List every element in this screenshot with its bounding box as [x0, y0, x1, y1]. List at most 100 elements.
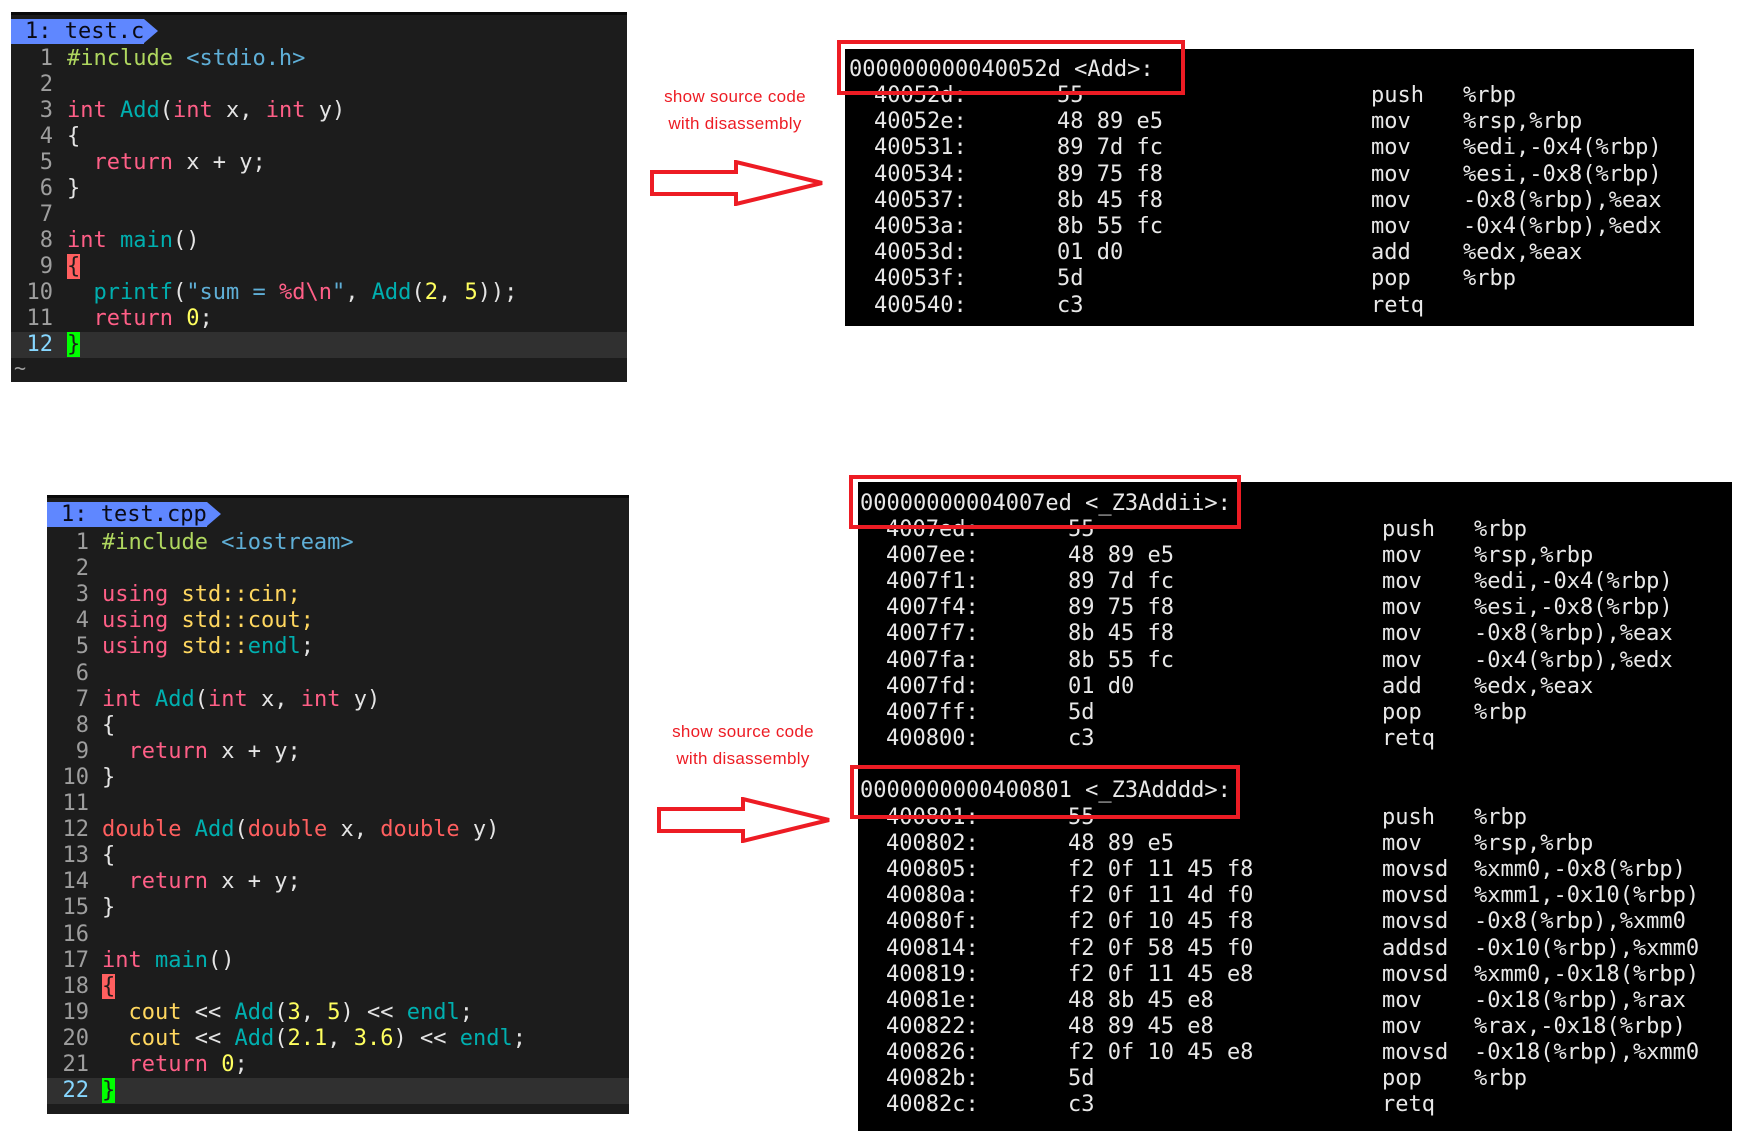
code-token: ) <<: [340, 999, 407, 1025]
code-text[interactable]: return x + y;: [67, 150, 266, 176]
code-token: {: [102, 712, 116, 738]
code-text[interactable]: {: [102, 713, 115, 739]
code-text[interactable]: int main(): [102, 948, 234, 974]
instruction-operands: -0x8(%rbp),%xmm0: [1474, 909, 1686, 935]
code-text[interactable]: cout << Add(2.1, 3.6) << endl;: [102, 1026, 526, 1052]
code-token: Add: [194, 817, 235, 843]
code-text[interactable]: }: [67, 176, 80, 202]
code-line: 12}: [11, 332, 627, 358]
code-text[interactable]: double Add(double x, double y): [102, 817, 499, 843]
line-number: 4: [39, 124, 53, 149]
code-token: <<: [181, 999, 235, 1025]
code-token: using: [102, 582, 169, 608]
instruction-opcode-bytes: c3: [1068, 725, 1095, 751]
code-text[interactable]: }: [67, 332, 81, 358]
instruction-mnemonic: mov: [1371, 187, 1411, 213]
code-text[interactable]: printf("sum = %d\n", Add(2, 5));: [67, 280, 518, 306]
code-text[interactable]: using std::endl;: [102, 634, 314, 660]
code-line: 13 {: [47, 843, 629, 869]
code-text[interactable]: {: [67, 124, 80, 150]
instruction-address: 400822:: [886, 1013, 979, 1039]
code-token: std::cin;: [168, 582, 301, 608]
instruction-operands: %edi,-0x4(%rbp): [1474, 569, 1673, 595]
instruction-operands: %rbp: [1474, 699, 1527, 725]
code-token: int: [67, 98, 107, 123]
code-text[interactable]: int Add(int x, int y): [102, 687, 380, 713]
instruction-mnemonic: mov: [1371, 214, 1411, 239]
code-token: ;: [459, 999, 473, 1025]
code-text[interactable]: {: [102, 843, 115, 869]
code-text[interactable]: cout << Add(3, 5) << endl;: [102, 1000, 473, 1026]
code-text[interactable]: return 0;: [67, 306, 213, 332]
code-text[interactable]: using std::cin;: [102, 582, 301, 608]
code-line: 7 int Add(int x, int y): [47, 687, 629, 713]
cursor-brace-highlight: }: [67, 332, 81, 357]
vim-editor-2: 1: test.cpp 1 #include <iostream> 2 3 using s…: [47, 495, 629, 1114]
code-line: 3 using std::cin;: [47, 582, 629, 608]
code-line: 19 cout << Add(3, 5) << endl;: [47, 1000, 629, 1026]
line-number: 7: [39, 202, 53, 227]
instruction-mnemonic: movsd: [1382, 883, 1449, 909]
code-text[interactable]: }: [102, 765, 115, 791]
line-number: 8: [39, 228, 53, 253]
code-token: Add: [371, 280, 412, 305]
code-token: 0: [221, 1052, 235, 1077]
annotation-label: show source code: [672, 722, 814, 741]
code-line: 22}: [47, 1078, 629, 1105]
code-line: 12 double Add(double x, double y): [47, 817, 629, 843]
code-text[interactable]: int main(): [67, 228, 199, 254]
instruction-mnemonic: mov: [1382, 595, 1422, 621]
code-text[interactable]: return x + y;: [102, 739, 301, 765]
code-token: return: [128, 1052, 208, 1077]
code-token: 3.6: [353, 1025, 394, 1051]
instruction-opcode-bytes: c3: [1057, 292, 1084, 318]
code-line: 1 #include <stdio.h>: [11, 46, 627, 72]
instruction-address: 400802:: [886, 831, 979, 857]
code-token: int: [102, 686, 142, 712]
instruction-mnemonic: pop: [1382, 1066, 1422, 1091]
code-token: 5: [464, 280, 478, 305]
buffer-tab[interactable]: 1: test.cpp: [47, 502, 221, 527]
code-token: Add: [234, 1025, 275, 1051]
code-token: std::cout;: [168, 608, 314, 634]
buffer-tab[interactable]: 1: test.c: [11, 19, 159, 44]
code-token: x,: [247, 686, 301, 712]
code-text[interactable]: int Add(int x, int y): [67, 98, 345, 124]
code-token: double: [247, 817, 328, 843]
code-token: y): [305, 98, 346, 123]
code-text[interactable]: return 0;: [102, 1052, 248, 1078]
code-text[interactable]: return x + y;: [102, 869, 301, 895]
code-token: ,: [300, 999, 328, 1025]
code-text[interactable]: using std::cout;: [102, 608, 314, 634]
instruction-mnemonic: mov: [1382, 987, 1422, 1013]
instruction-operands: %rbp: [1474, 517, 1527, 542]
code-line: 11: [47, 791, 629, 817]
code-line: 4 using std::cout;: [47, 608, 629, 634]
instruction-address: 400805:: [886, 857, 979, 883]
code-line: 10}: [47, 765, 629, 791]
code-text[interactable]: #include <iostream>: [102, 530, 354, 556]
code-text[interactable]: {: [102, 973, 116, 1000]
line-number: 10: [26, 280, 54, 305]
cursor-brace-highlight: {: [67, 254, 81, 279]
instruction-mnemonic: retq: [1382, 725, 1435, 751]
code-text[interactable]: }: [102, 895, 115, 921]
instruction-address: 40053f:: [874, 266, 967, 292]
code-text[interactable]: {: [67, 254, 81, 280]
code-token: ) <<: [393, 1025, 460, 1051]
code-text[interactable]: #include <stdio.h>: [67, 46, 305, 72]
instruction-mnemonic: retq: [1371, 292, 1424, 318]
code-token: <iostream>: [221, 530, 354, 555]
instruction-mnemonic: mov: [1371, 109, 1411, 135]
function-header-highlight-box: [837, 40, 1185, 95]
code-token: return: [128, 869, 208, 895]
code-text[interactable]: }: [102, 1078, 116, 1104]
code-token: (: [411, 280, 425, 305]
instruction-opcode-bytes: f2 0f 10 45 f8: [1068, 909, 1254, 935]
code-line: 8 int main(): [11, 228, 627, 254]
code-line: 6: [47, 661, 629, 687]
